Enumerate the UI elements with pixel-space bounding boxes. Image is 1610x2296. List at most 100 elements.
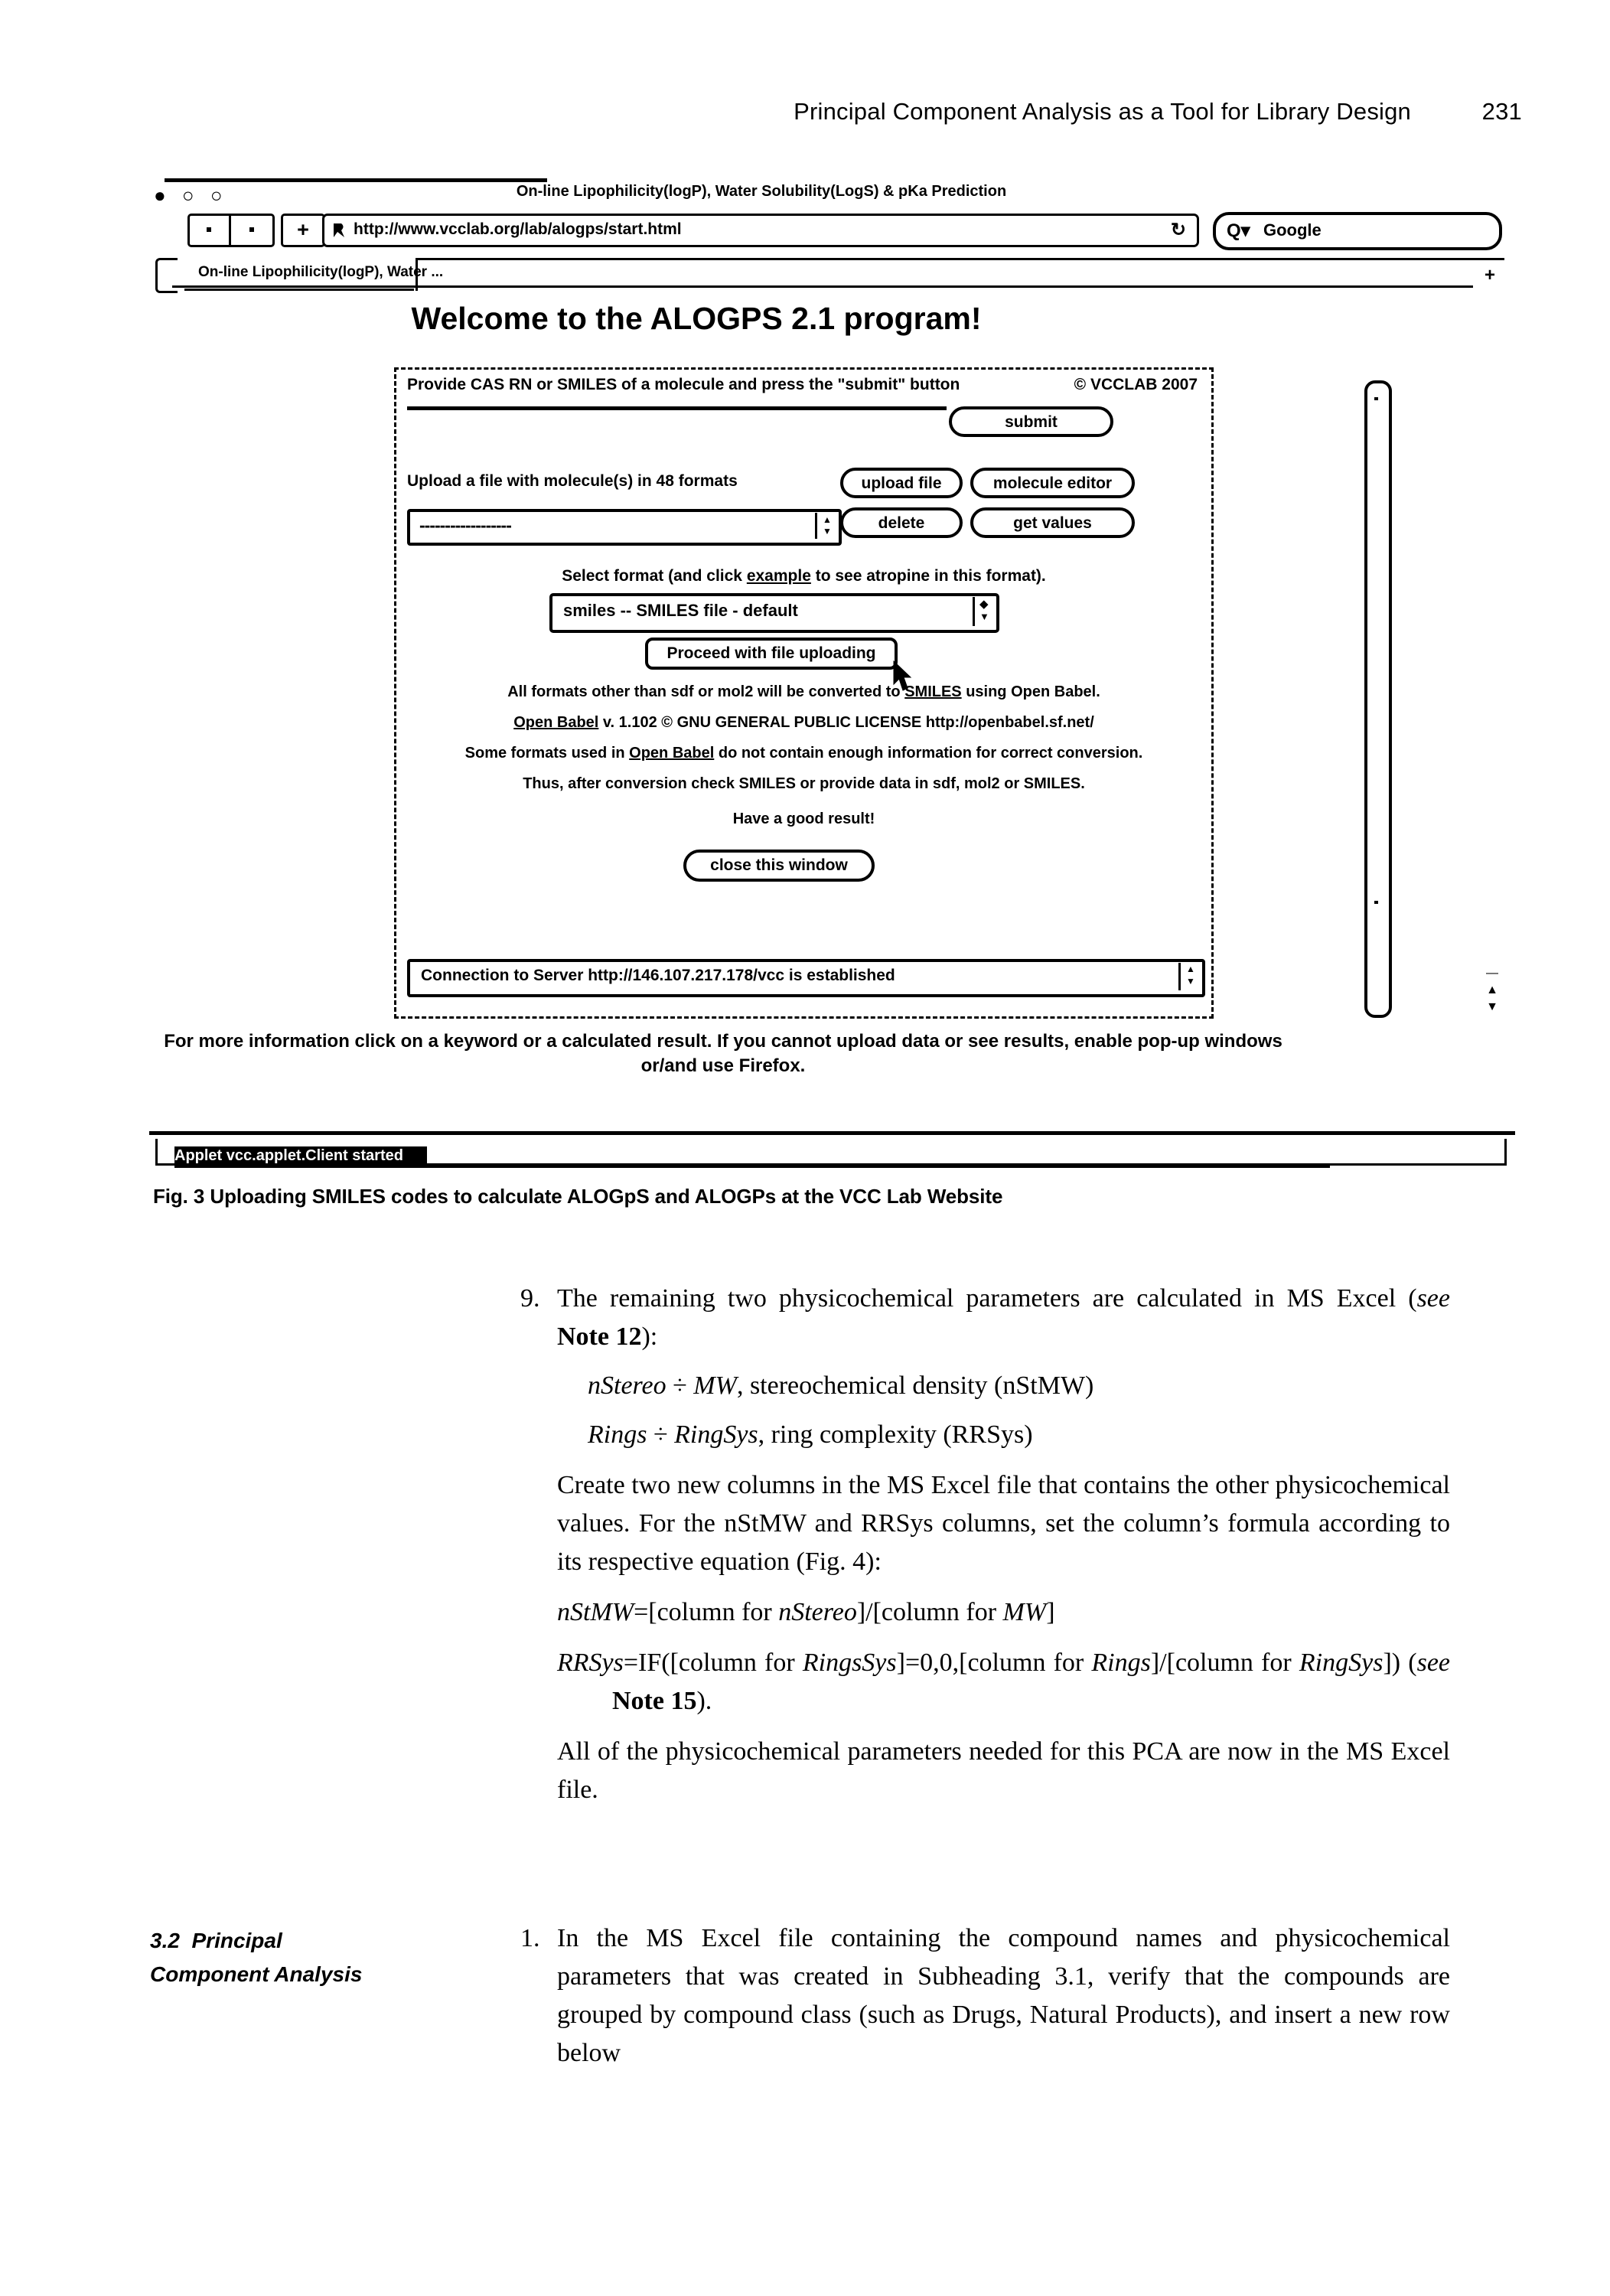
close-this-window-button[interactable]: close this window xyxy=(683,850,875,882)
formula2-lhs: RRSys xyxy=(557,1649,624,1677)
stepper-up-icon[interactable]: ▲ xyxy=(823,515,832,524)
formula2-note-ref: Note 15 xyxy=(612,1687,697,1715)
tab-strip: On-line Lipophilicity(logP), Water ... + xyxy=(149,255,1515,293)
formula2-d: ]=0,0,[column for xyxy=(896,1649,1092,1677)
scroll-up-icon[interactable]: ▲ xyxy=(1482,982,1502,999)
alogps-applet-panel: Provide CAS RN or SMILES of a molecule a… xyxy=(394,367,1214,1019)
tab-list-handle[interactable] xyxy=(155,258,178,293)
formula-nstmw: nStMW=[column for nStereo]/[column for M… xyxy=(520,1593,1450,1632)
status-stepper-down-icon[interactable]: ▼ xyxy=(1186,977,1195,986)
formula1-f: ] xyxy=(1046,1598,1055,1626)
status-stepper-up-icon[interactable]: ▲ xyxy=(1186,964,1195,974)
step-9-paragraph: Create two new columns in the MS Excel f… xyxy=(557,1471,1450,1576)
connection-status-text: Connection to Server http://146.107.217.… xyxy=(421,967,895,984)
page-heading: Welcome to the ALOGPS 2.1 program! xyxy=(411,301,982,336)
open-babel-link-1[interactable]: Open Babel xyxy=(513,714,598,731)
search-bar[interactable]: Q▾ Google xyxy=(1213,212,1502,250)
proceed-with-file-uploading-button[interactable]: Proceed with file uploading xyxy=(645,638,898,670)
browser-status-bar: Applet vcc.applet.Client started xyxy=(149,1131,1515,1169)
format-select-value: smiles -- SMILES file - default xyxy=(563,601,798,620)
formula1-b: =[column for xyxy=(634,1598,779,1626)
scroll-line-icon: — xyxy=(1486,967,1498,980)
step-9-see: see xyxy=(1416,1284,1450,1313)
get-values-button[interactable]: get values xyxy=(970,507,1135,538)
page: Principal Component Analysis as a Tool f… xyxy=(0,0,1610,2296)
applet-note-5: Have a good result! xyxy=(732,810,875,827)
browser-toolbar: + http://www.vcclab.org/lab/alogps/start… xyxy=(149,212,1515,288)
favicon-icon xyxy=(331,222,347,239)
file-list-stepper-icon[interactable]: ▲ ▼ xyxy=(815,513,837,539)
section-title-line-1: Principal xyxy=(191,1929,282,1952)
add-bookmark-button[interactable]: + xyxy=(281,214,325,247)
new-tab-icon[interactable]: + xyxy=(1485,265,1495,286)
search-icon[interactable]: Q▾ xyxy=(1227,220,1250,242)
molecule-editor-button[interactable]: molecule editor xyxy=(970,468,1135,498)
browser-tab-active[interactable]: On-line Lipophilicity(logP), Water ... xyxy=(184,258,443,291)
body-column-step-9: 9. The remaining two physicochemical par… xyxy=(520,1280,1450,1809)
url-text[interactable]: http://www.vcclab.org/lab/alogps/start.h… xyxy=(354,220,682,239)
browser-window-title: On-line Lipophilicity(logP), Water Solub… xyxy=(516,183,1007,200)
applet-copyright-label: © VCCLAB 2007 xyxy=(1074,376,1198,393)
window-scroll-arrows-icon[interactable]: — ▲ ▼ xyxy=(1482,965,1502,1035)
forward-arrow-icon[interactable] xyxy=(249,227,254,232)
scrollbar-thumb-top-mark xyxy=(1374,397,1378,400)
step-9-line-b: ): xyxy=(641,1322,658,1351)
applet-note-4: Thus, after conversion check SMILES or p… xyxy=(523,775,1085,792)
stepper-down-icon[interactable]: ▼ xyxy=(823,527,832,536)
delete-button[interactable]: delete xyxy=(840,507,963,538)
chevron-up-icon[interactable]: ◆ xyxy=(979,599,989,611)
formula2-g: RingSys xyxy=(1299,1649,1383,1677)
applet-note-2: Open Babel v. 1.102 © GNU GENERAL PUBLIC… xyxy=(513,714,1094,731)
figure-caption: Fig. 3 Uploading SMILES codes to calcula… xyxy=(153,1185,1454,1208)
eq1-divide: ÷ xyxy=(666,1371,694,1400)
submit-button[interactable]: submit xyxy=(949,406,1113,437)
step-9-closing-paragraph: All of the physicochemical parameters ne… xyxy=(557,1737,1450,1804)
file-list-value: ------------------ xyxy=(419,515,512,535)
scroll-down-icon[interactable]: ▼ xyxy=(1482,999,1502,1016)
eq2-ringsys: RingSys xyxy=(674,1420,758,1449)
list-item-step-1: 1. In the MS Excel file containing the c… xyxy=(520,1919,1450,2073)
smiles-input[interactable] xyxy=(407,406,947,445)
browser-window: ● ○ ○ On-line Lipophilicity(logP), Water… xyxy=(149,178,1515,1169)
applet-note-3: Some formats used in Open Babel do not c… xyxy=(464,745,1143,762)
status-stepper-icon[interactable]: ▲ ▼ xyxy=(1178,963,1201,990)
scrollbar-thumb-bottom-mark xyxy=(1374,901,1378,904)
page-scrollbar[interactable] xyxy=(1364,380,1392,1018)
nav-back-forward-group[interactable] xyxy=(187,214,275,247)
page-footer-note: For more information click on a keyword … xyxy=(164,1031,1282,1076)
formula1-e: MW xyxy=(1002,1598,1047,1626)
status-bar-frame: Applet vcc.applet.Client started xyxy=(155,1139,1507,1168)
format-select-arrows-icon[interactable]: ◆ ▼ xyxy=(973,597,995,626)
file-list-field[interactable]: ------------------ ▲ ▼ xyxy=(407,509,842,546)
step-9-note-ref: Note 12 xyxy=(557,1322,642,1351)
tab-strip-empty-area: + xyxy=(416,258,1504,291)
step-1-text: In the MS Excel file containing the comp… xyxy=(557,1924,1450,2067)
back-arrow-icon[interactable] xyxy=(207,227,211,232)
browser-tab-label: On-line Lipophilicity(logP), Water ... xyxy=(198,264,444,280)
format-select[interactable]: smiles -- SMILES file - default ◆ ▼ xyxy=(549,593,999,633)
web-page-content: Welcome to the ALOGPS 2.1 program! Provi… xyxy=(149,295,1515,1131)
example-link[interactable]: example xyxy=(747,567,811,585)
upload-file-label: Upload a file with molecule(s) in 48 for… xyxy=(407,472,738,490)
reload-icon[interactable]: ↻ xyxy=(1171,219,1186,241)
title-bar-top-rule xyxy=(165,178,547,182)
open-babel-link-2[interactable]: Open Babel xyxy=(629,745,714,762)
eq2-rings: Rings xyxy=(588,1420,647,1449)
formula1-c: nStereo xyxy=(778,1598,857,1626)
url-bar[interactable]: http://www.vcclab.org/lab/alogps/start.h… xyxy=(322,214,1199,247)
figure-caption-label: Fig. 3 xyxy=(153,1185,205,1208)
formula2-see: see xyxy=(1416,1649,1451,1677)
chevron-down-icon[interactable]: ▼ xyxy=(979,612,989,621)
eq1-mw: MW xyxy=(693,1371,737,1400)
formula2-e: Rings xyxy=(1091,1649,1151,1677)
select-format-pre: Select format (and click xyxy=(562,567,747,585)
connection-status-field[interactable]: Connection to Server http://146.107.217.… xyxy=(407,959,1205,997)
upload-file-button[interactable]: upload file xyxy=(840,468,963,498)
browser-status-text: Applet vcc.applet.Client started xyxy=(174,1147,403,1164)
list-item-step-9: 9. The remaining two physicochemical par… xyxy=(520,1280,1450,1356)
list-item-number: 9. xyxy=(520,1284,540,1313)
eq1-nstereo: nStereo xyxy=(588,1371,666,1400)
browser-title-bar: ● ○ ○ On-line Lipophilicity(logP), Water… xyxy=(149,178,1515,209)
smiles-link[interactable]: SMILES xyxy=(904,683,961,700)
formula1-lhs: nStMW xyxy=(557,1598,634,1626)
